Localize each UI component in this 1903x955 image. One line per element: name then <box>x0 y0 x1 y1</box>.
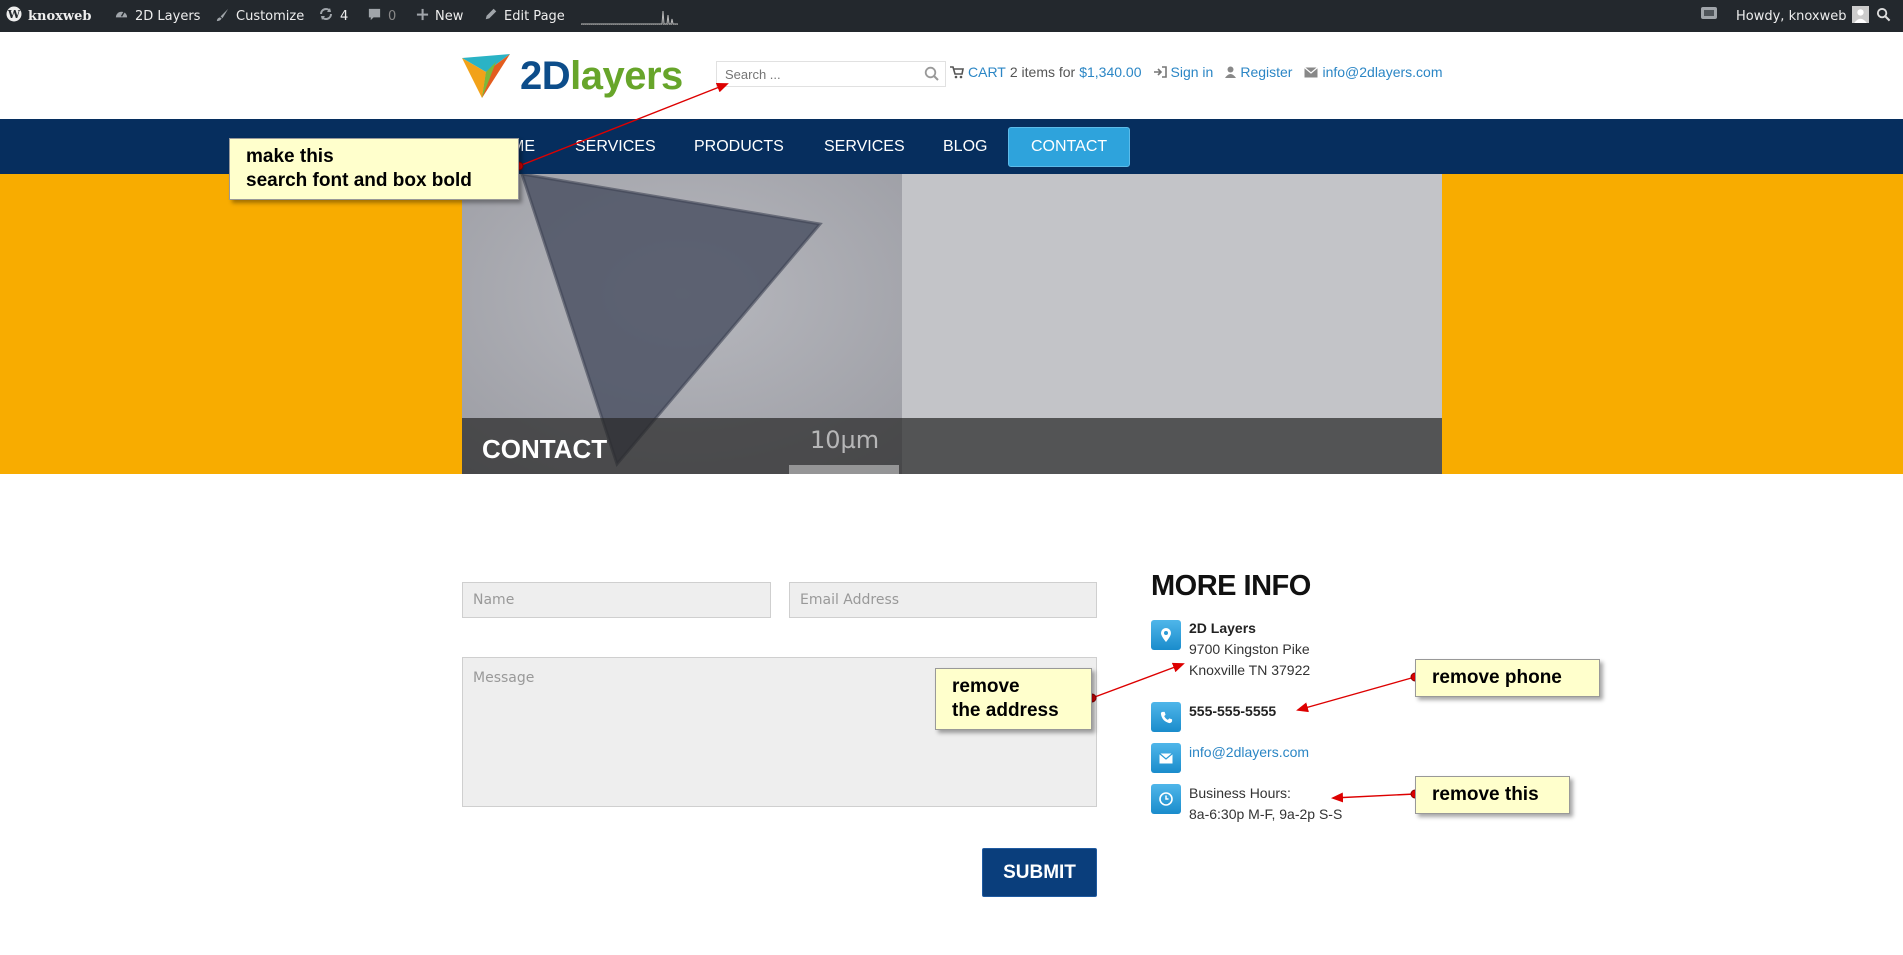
svg-text:W: W <box>7 8 21 21</box>
search-icon[interactable] <box>923 65 941 83</box>
sign-in-link[interactable]: Sign in <box>1153 64 1213 80</box>
site-header: 2Dlayers CART 2 items for $1,340.00 Sign… <box>0 32 1903 119</box>
wordpress-icon: W <box>6 6 22 26</box>
pencil-icon <box>484 7 498 25</box>
scale-label: 10µm <box>810 426 880 454</box>
header-links: CART 2 items for $1,340.00 Sign in Regis… <box>950 64 1443 80</box>
chat-bubble-icon <box>1700 6 1718 26</box>
cart-icon <box>950 65 964 78</box>
email-link[interactable]: info@2dlayers.com <box>1304 64 1443 80</box>
hero-image: CONTACT 10µm <box>462 174 1442 474</box>
arrow-hours <box>1331 792 1416 803</box>
sign-in-icon <box>1153 66 1167 78</box>
cart-link[interactable]: CART 2 items for $1,340.00 <box>950 64 1142 80</box>
company-name: 2D Layers <box>1189 620 1256 636</box>
submit-button[interactable]: SUBMIT <box>982 848 1097 897</box>
location-pin-icon <box>1151 620 1181 650</box>
nav-blog[interactable]: BLOG <box>943 119 987 174</box>
clock-icon <box>1151 784 1181 814</box>
search-box[interactable] <box>716 61 946 87</box>
admin-notification[interactable] <box>1700 0 1718 32</box>
search-input[interactable] <box>725 66 905 82</box>
envelope-icon <box>1151 743 1181 773</box>
logo-text-2d: 2D <box>520 53 571 98</box>
admin-site-owner[interactable]: W knoxweb <box>6 0 91 32</box>
plus-icon <box>416 8 429 25</box>
arrow-address <box>1091 662 1185 699</box>
logo-mark-icon <box>462 54 510 98</box>
annotation-phone-note: remove phone <box>1415 659 1600 697</box>
scale-bar <box>789 465 899 474</box>
admin-new[interactable]: New <box>416 0 463 32</box>
nav-services[interactable]: SERVICES <box>575 119 656 174</box>
nav-services-2[interactable]: SERVICES <box>824 119 905 174</box>
nav-contact[interactable]: CONTACT <box>1008 127 1131 167</box>
annotation-hours-note: remove this <box>1415 776 1570 814</box>
page-title: CONTACT <box>482 434 608 464</box>
nav-products[interactable]: PRODUCTS <box>694 119 784 174</box>
admin-site-name[interactable]: 2D Layers <box>114 0 200 32</box>
address-line-2: Knoxville TN 37922 <box>1189 662 1311 678</box>
annotation-search-note: make this search font and box bold <box>229 138 519 200</box>
name-field[interactable]: Name <box>462 582 771 618</box>
admin-updates[interactable]: 4 <box>318 0 348 32</box>
envelope-icon <box>1304 66 1319 77</box>
phone-icon <box>1151 702 1181 732</box>
annotation-address-note: remove the address <box>935 668 1092 730</box>
arrow-phone <box>1296 676 1416 713</box>
hero-caption: CONTACT 10µm <box>462 418 1442 474</box>
admin-edit-page[interactable]: Edit Page <box>484 0 565 32</box>
email-field[interactable]: Email Address <box>789 582 1097 618</box>
business-hours: 8a-6:30p M-F, 9a-2p S-S <box>1189 806 1343 822</box>
admin-comments[interactable]: 0 <box>367 0 396 32</box>
address-line-1: 9700 Kingston Pike <box>1189 641 1310 657</box>
search-icon <box>1876 7 1891 26</box>
brush-icon <box>215 7 230 26</box>
admin-search[interactable] <box>1876 0 1891 32</box>
dashboard-icon <box>114 7 129 26</box>
stats-sparkline[interactable] <box>581 5 678 25</box>
logo-text-layers: layers <box>570 53 683 98</box>
admin-customize[interactable]: Customize <box>215 0 304 32</box>
phone-link[interactable]: 555-555-5555 <box>1189 701 1276 722</box>
admin-account[interactable]: Howdy, knoxweb <box>1736 0 1870 32</box>
register-link[interactable]: Register <box>1225 64 1292 80</box>
site-logo[interactable]: 2Dlayers <box>460 52 683 100</box>
business-hours-label: Business Hours: <box>1189 785 1291 801</box>
email-info-link[interactable]: info@2dlayers.com <box>1189 742 1309 763</box>
hero-banner: CONTACT 10µm <box>0 174 1903 474</box>
comment-icon <box>367 7 382 26</box>
avatar-icon <box>1852 5 1870 27</box>
refresh-icon <box>318 6 334 26</box>
user-icon <box>1225 66 1237 78</box>
wp-admin-bar: W knoxweb 2D Layers Customize 4 0 New Ed… <box>0 0 1903 32</box>
more-info-title: MORE INFO <box>1151 570 1311 602</box>
